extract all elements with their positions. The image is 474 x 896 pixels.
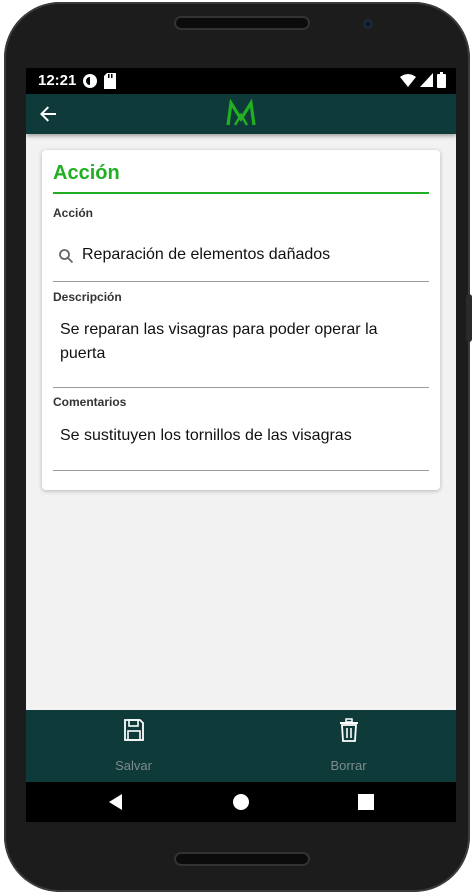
delete-button[interactable]: Borrar — [241, 710, 456, 782]
app-notification-icon — [83, 74, 97, 88]
comentarios-underline — [53, 470, 429, 471]
app-logo-icon — [226, 99, 256, 126]
accion-label: Acción — [53, 206, 94, 220]
status-bar: 12:21 — [26, 68, 456, 94]
save-label: Salvar — [115, 758, 152, 773]
title-underline — [53, 192, 429, 194]
descripcion-line-1: Se reparan las visagras para poder opera… — [60, 321, 378, 338]
descripcion-line-2: puerta — [60, 345, 106, 362]
trash-icon — [340, 718, 358, 742]
back-arrow-icon[interactable] — [36, 102, 60, 126]
save-button[interactable]: Salvar — [26, 710, 241, 782]
screen: 12:21 Acción Acción Reparación de elemen… — [26, 68, 456, 822]
comentarios-field[interactable]: Se sustituyen los tornillos de las visag… — [60, 424, 352, 448]
app-bar — [26, 94, 456, 134]
battery-icon — [437, 72, 446, 88]
nav-back-icon[interactable] — [106, 792, 126, 812]
accion-field[interactable]: Reparación de elementos dañados — [82, 243, 330, 267]
action-card: Acción Acción Reparación de elementos da… — [42, 150, 440, 490]
front-camera — [363, 19, 373, 29]
bottom-speaker — [174, 852, 310, 866]
accion-underline — [53, 281, 429, 282]
descripcion-field[interactable]: Se reparan las visagras para poder opera… — [60, 318, 378, 366]
sd-card-icon — [104, 73, 116, 89]
card-title: Acción — [53, 162, 120, 184]
comentarios-label: Comentarios — [53, 395, 127, 409]
earpiece-speaker — [174, 16, 310, 30]
status-time: 12:21 — [38, 72, 77, 89]
bottom-action-bar: Salvar Borrar — [26, 710, 456, 782]
nav-recents-icon[interactable] — [356, 792, 376, 812]
system-navigation-bar — [26, 782, 456, 822]
wifi-icon — [400, 74, 416, 87]
descripcion-label: Descripción — [53, 290, 122, 304]
nav-home-icon[interactable] — [231, 792, 251, 812]
floppy-disk-icon — [124, 719, 144, 741]
signal-icon — [420, 73, 433, 87]
side-button — [466, 294, 472, 342]
descripcion-underline — [53, 387, 429, 388]
search-icon — [59, 249, 74, 264]
phone-frame: 12:21 Acción Acción Reparación de elemen… — [4, 2, 472, 892]
delete-label: Borrar — [330, 758, 367, 773]
